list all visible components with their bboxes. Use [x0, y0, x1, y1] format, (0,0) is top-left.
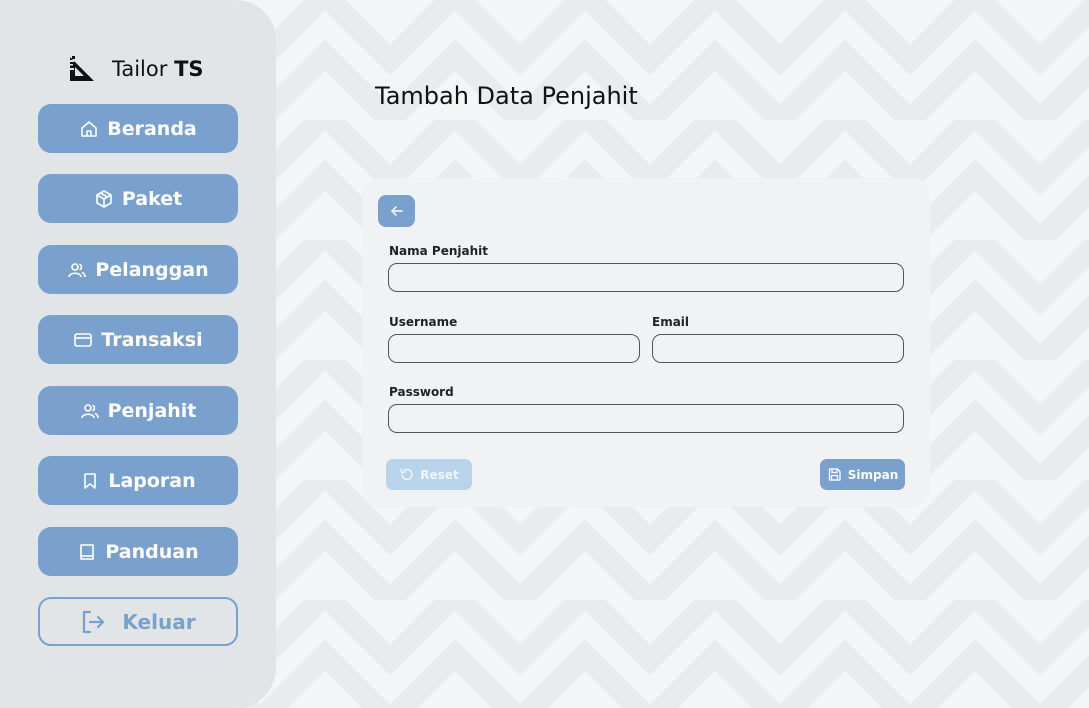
sidebar-item-paket[interactable]: Paket [38, 174, 238, 223]
reset-label: Reset [420, 467, 459, 482]
sidebar-item-pelanggan[interactable]: Pelanggan [38, 245, 238, 294]
sidebar-item-label: Pelanggan [95, 258, 209, 281]
brand[interactable]: Tailor TS [68, 54, 204, 84]
sidebar-item-panduan[interactable]: Panduan [38, 527, 238, 576]
save-icon [827, 467, 842, 482]
password-input[interactable] [388, 404, 904, 433]
logout-label: Keluar [122, 609, 196, 634]
name-label: Nama Penjahit [389, 244, 488, 258]
password-label: Password [389, 385, 454, 399]
logout-button[interactable]: Keluar [38, 597, 238, 646]
sidebar-item-label: Beranda [107, 117, 197, 140]
package-icon [94, 189, 114, 209]
users-icon [80, 401, 100, 421]
reset-button[interactable]: Reset [386, 459, 472, 490]
credit-card-icon [73, 330, 93, 350]
ruler-triangle-icon [70, 56, 94, 81]
form-card: Nama Penjahit Username Email Password Re… [362, 178, 930, 507]
reset-icon [399, 467, 414, 482]
sidebar-item-label: Penjahit [107, 399, 197, 422]
save-label: Simpan [847, 467, 899, 482]
sidebar: Tailor TS Beranda Paket Pelanggan Transa… [0, 0, 276, 708]
username-label: Username [389, 315, 458, 329]
book-icon [77, 542, 97, 562]
save-button[interactable]: Simpan [820, 459, 905, 490]
email-input[interactable] [652, 334, 904, 363]
name-input[interactable] [388, 263, 904, 292]
logout-icon [80, 609, 106, 635]
sidebar-item-penjahit[interactable]: Penjahit [38, 386, 238, 435]
sidebar-item-laporan[interactable]: Laporan [38, 456, 238, 505]
sidebar-item-label: Transaksi [101, 328, 203, 351]
page-title: Tambah Data Penjahit [375, 82, 638, 110]
username-input[interactable] [388, 334, 640, 363]
brand-name: Tailor [112, 57, 168, 81]
arrow-left-icon [390, 206, 403, 216]
bookmark-icon [80, 471, 100, 491]
sidebar-item-label: Laporan [108, 469, 196, 492]
users-icon [67, 260, 87, 280]
home-icon [79, 119, 99, 139]
sidebar-item-label: Paket [121, 187, 183, 210]
back-button[interactable] [378, 195, 415, 227]
email-label: Email [652, 315, 690, 329]
sidebar-item-label: Panduan [105, 540, 199, 563]
sidebar-item-transaksi[interactable]: Transaksi [38, 315, 238, 364]
brand-bold: TS [174, 57, 204, 81]
sidebar-item-beranda[interactable]: Beranda [38, 104, 238, 153]
brand-text: Tailor TS [112, 57, 204, 81]
